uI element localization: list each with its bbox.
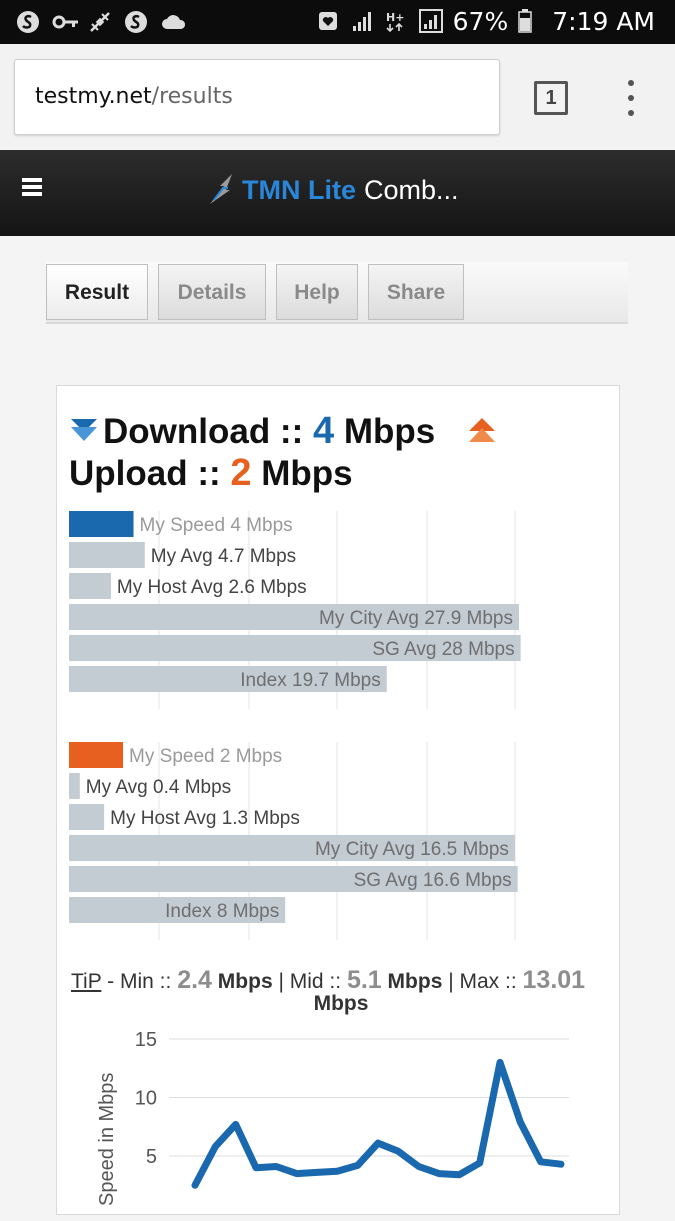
download-bar xyxy=(69,511,134,537)
line-chart-series xyxy=(191,1058,565,1189)
url-text: testmy.net/results xyxy=(35,84,233,109)
upload-value: 2 xyxy=(230,452,252,494)
upload-bar-label: My Host Avg 1.3 Mbps xyxy=(110,808,300,829)
upload-bar xyxy=(69,804,105,830)
line-chart-ytick: 5 xyxy=(146,1146,157,1168)
line-chart-ylabel: Speed in Mbps xyxy=(96,1073,118,1206)
tip-summary: TiP - Min :: 2.4 Mbps | Mid :: 5.1 Mbps … xyxy=(71,966,611,1016)
download-bar-label: Index 19.7 Mbps xyxy=(240,670,380,691)
tip-mid-label: | Mid :: xyxy=(272,970,347,993)
tip-max-label: | Max :: xyxy=(442,970,523,993)
download-comparison-chart: My Speed 4 Mbps My Avg 4.7 Mbps My Host Av… xyxy=(69,511,609,711)
satellite-icon xyxy=(88,10,112,34)
upload-headline: Upload :: 2 Mbps xyxy=(69,452,353,495)
result-tabs: Result Details Help Share xyxy=(46,262,628,324)
download-bar-label: My Host Avg 2.6 Mbps xyxy=(117,577,307,598)
upload-bar-label: SG Avg 16.6 Mbps xyxy=(354,870,512,891)
status-bar-right: H+ 67% 7:19 AM xyxy=(317,6,655,36)
status-bar-left xyxy=(16,8,186,36)
tab-result[interactable]: Result xyxy=(46,264,148,320)
upload-bar xyxy=(69,742,124,768)
page-title: Comb... xyxy=(364,174,459,205)
menu-dot-icon xyxy=(628,95,634,101)
download-bar-label: My City Avg 27.9 Mbps xyxy=(319,608,513,629)
upload-comparison-chart: My Speed 2 Mbps My Avg 0.4 Mbps My Host Av… xyxy=(69,742,609,942)
upload-bar-label: My City Avg 16.5 Mbps xyxy=(315,839,509,860)
line-chart-ytick: 10 xyxy=(135,1088,157,1110)
tab-details[interactable]: Details xyxy=(158,264,266,320)
upload-bar-label: My Speed 2 Mbps xyxy=(129,746,282,767)
tip-link[interactable]: TiP xyxy=(71,970,101,993)
lightning-bolt-logo-icon xyxy=(210,174,232,204)
url-path: /results xyxy=(151,84,233,109)
tip-min-value: 2.4 xyxy=(177,966,212,994)
download-headline: Download :: 4 Mbps xyxy=(69,410,497,453)
download-bar-label: My Speed 4 Mbps xyxy=(140,515,293,536)
status-bar: H+ 67% 7:19 AM xyxy=(0,0,675,44)
upload-bar-label: My Avg 0.4 Mbps xyxy=(86,777,231,798)
speed-line-chart: Speed in Mbps 5 10 15 xyxy=(57,1016,621,1216)
upload-bar-label: Index 8 Mbps xyxy=(165,901,279,922)
cloud-icon xyxy=(160,10,186,34)
menu-dot-icon xyxy=(628,110,634,116)
swiftkey-icon xyxy=(16,10,40,34)
signal-icon xyxy=(351,9,375,33)
clock: 7:19 AM xyxy=(552,6,655,36)
download-unit: Mbps xyxy=(343,412,436,451)
signal-box-icon xyxy=(418,9,443,33)
tip-mid-value: 5.1 xyxy=(346,966,382,994)
download-bar xyxy=(69,542,145,568)
swiftkey-icon xyxy=(124,10,148,34)
hplus-icon: H+ xyxy=(385,9,409,33)
key-icon xyxy=(52,10,78,34)
upload-label: Upload :: xyxy=(69,454,221,493)
download-bar-label: SG Avg 28 Mbps xyxy=(372,639,514,660)
line-chart-ytick: 15 xyxy=(135,1029,157,1051)
url-host: testmy.net xyxy=(35,84,152,109)
browser-toolbar: testmy.net/results 1 xyxy=(0,44,675,151)
tip-max-value: 13.01 xyxy=(522,966,586,994)
download-bar xyxy=(69,573,111,599)
tip-min-label: - Min :: xyxy=(101,970,178,993)
tip-min-unit: Mbps xyxy=(217,970,273,993)
download-label: Download :: xyxy=(103,412,304,451)
svg-text:H+: H+ xyxy=(386,11,404,24)
tab-switcher-button[interactable]: 1 xyxy=(534,81,568,115)
tab-share[interactable]: Share xyxy=(368,264,464,320)
upload-arrow-icon xyxy=(468,418,495,442)
brand-name: TMN Lite xyxy=(242,174,356,205)
overflow-menu-button[interactable] xyxy=(624,80,638,116)
tip-mid-unit: Mbps xyxy=(387,970,443,993)
result-card: Download :: 4 Mbps Upload :: 2 Mbps My S… xyxy=(56,385,620,1215)
battery-percent: 67% xyxy=(452,6,509,36)
upload-bar xyxy=(69,773,80,799)
battery-icon xyxy=(518,9,542,33)
download-bar-label: My Avg 4.7 Mbps xyxy=(151,546,296,567)
download-arrow-icon xyxy=(71,419,97,441)
site-header: TMN Lite Comb... xyxy=(0,150,675,236)
download-value: 4 xyxy=(312,410,335,452)
site-brand[interactable]: TMN Lite Comb... xyxy=(202,170,459,210)
tab-help[interactable]: Help xyxy=(276,264,358,320)
heart-box-icon xyxy=(317,9,341,33)
upload-unit: Mbps xyxy=(261,454,353,493)
menu-dot-icon xyxy=(628,80,634,86)
url-bar[interactable]: testmy.net/results xyxy=(14,59,500,135)
tip-max-unit: Mbps xyxy=(313,992,369,1015)
hamburger-menu-icon[interactable] xyxy=(22,178,42,196)
